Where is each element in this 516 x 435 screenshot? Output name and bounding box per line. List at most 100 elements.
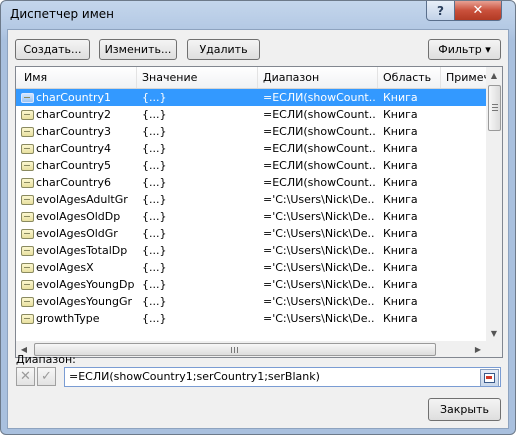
- row-name: evolAgesYoungGr: [36, 295, 133, 308]
- edit-button[interactable]: Изменить...: [99, 39, 177, 60]
- collapse-dialog-icon[interactable]: [480, 369, 499, 386]
- row-range: ='C:\Users\Nick\De...: [263, 210, 375, 223]
- title-bar[interactable]: Диспетчер имен ? ✕: [1, 1, 515, 29]
- row-scope: Книга: [383, 176, 418, 189]
- vertical-scroll-thumb[interactable]: [488, 85, 501, 131]
- row-value: {...}: [142, 312, 167, 325]
- row-range: ='C:\Users\Nick\De...: [263, 278, 375, 291]
- row-name: evolAgesOldDp: [36, 210, 121, 223]
- scroll-up-icon[interactable]: ▲: [486, 67, 502, 83]
- table-row[interactable]: charCountry5 {...} =ЕСЛИ(showCount... Книга: [16, 157, 486, 174]
- named-range-icon: [21, 246, 34, 256]
- named-range-icon: [21, 314, 34, 324]
- dialog-body: Создать... Изменить... Удалить Фильтр ▾ …: [7, 29, 509, 429]
- row-value: {...}: [142, 159, 167, 172]
- help-button[interactable]: ?: [426, 1, 455, 21]
- table-row[interactable]: evolAgesX {...} ='C:\Users\Nick\De... Книга: [16, 259, 486, 276]
- row-value: {...}: [142, 108, 167, 121]
- named-range-icon: [21, 144, 34, 154]
- row-scope: Книга: [383, 261, 418, 274]
- row-name: evolAgesX: [36, 261, 94, 274]
- table-row[interactable]: evolAgesTotalDp {...} ='C:\Users\Nick\De..…: [16, 242, 486, 259]
- row-scope: Книга: [383, 312, 418, 325]
- row-range: ='C:\Users\Nick\De...: [263, 295, 375, 308]
- table-row[interactable]: charCountry3 {...} =ЕСЛИ(showCount... Книга: [16, 123, 486, 140]
- row-name: charCountry6: [36, 176, 111, 189]
- range-formula-text: =ЕСЛИ(showCountry1;serCountry1;serBlank): [69, 370, 320, 383]
- column-header-scope[interactable]: Область: [378, 67, 441, 88]
- range-label: Диапазон:: [16, 353, 76, 366]
- cancel-edit-icon[interactable]: ✕: [16, 367, 35, 386]
- row-value: {...}: [142, 193, 167, 206]
- named-range-icon: [21, 195, 34, 205]
- row-range: =ЕСЛИ(showCount...: [263, 91, 375, 104]
- table-row[interactable]: growthType {...} ='C:\Users\Nick\De... Книг…: [16, 310, 486, 327]
- table-row[interactable]: charCountry1 {...} =ЕСЛИ(showCount... Книга: [16, 89, 486, 106]
- window-title: Диспетчер имен: [10, 7, 114, 21]
- named-range-icon: [21, 280, 34, 290]
- horizontal-scroll-thumb[interactable]: [34, 343, 436, 356]
- row-value: {...}: [142, 125, 167, 138]
- scroll-right-icon[interactable]: ▶: [470, 341, 486, 357]
- row-scope: Книга: [383, 159, 418, 172]
- table-row[interactable]: evolAgesYoungGr {...} ='C:\Users\Nick\De..…: [16, 293, 486, 310]
- row-range: ='C:\Users\Nick\De...: [263, 227, 375, 240]
- column-header-range[interactable]: Диапазон: [258, 67, 378, 88]
- row-value: {...}: [142, 295, 167, 308]
- table-row[interactable]: charCountry2 {...} =ЕСЛИ(showCount... Книга: [16, 106, 486, 123]
- named-range-icon: [21, 178, 34, 188]
- row-value: {...}: [142, 91, 167, 104]
- create-button[interactable]: Создать...: [15, 39, 90, 60]
- row-scope: Книга: [383, 244, 418, 257]
- table-row[interactable]: evolAgesAdultGr {...} ='C:\Users\Nick\De..…: [16, 191, 486, 208]
- named-range-icon: [21, 263, 34, 273]
- row-name: evolAgesYoungDp: [36, 278, 135, 291]
- table-row[interactable]: evolAgesOldDp {...} ='C:\Users\Nick\De... К…: [16, 208, 486, 225]
- table-row[interactable]: evolAgesOldGr {...} ='C:\Users\Nick\De... К…: [16, 225, 486, 242]
- row-value: {...}: [142, 176, 167, 189]
- scroll-down-icon[interactable]: ▼: [486, 325, 502, 341]
- row-name: evolAgesOldGr: [36, 227, 118, 240]
- names-list[interactable]: Имя Значение Диапазон Область Примеча ch…: [15, 66, 503, 358]
- table-row[interactable]: charCountry4 {...} =ЕСЛИ(showCount... Книга: [16, 140, 486, 157]
- row-range: =ЕСЛИ(showCount...: [263, 176, 375, 189]
- row-value: {...}: [142, 210, 167, 223]
- horizontal-scrollbar[interactable]: ◀ ▶: [16, 341, 486, 357]
- close-window-button[interactable]: ✕: [454, 1, 502, 21]
- column-header-name[interactable]: Имя: [16, 67, 137, 88]
- named-range-icon: [21, 127, 34, 137]
- row-value: {...}: [142, 227, 167, 240]
- row-name: charCountry5: [36, 159, 111, 172]
- column-header-value[interactable]: Значение: [137, 67, 258, 88]
- row-scope: Книга: [383, 125, 418, 138]
- row-scope: Книга: [383, 227, 418, 240]
- table-row[interactable]: evolAgesYoungDp {...} ='C:\Users\Nick\De..…: [16, 276, 486, 293]
- row-range: ='C:\Users\Nick\De...: [263, 193, 375, 206]
- named-range-icon: [21, 229, 34, 239]
- row-range: ='C:\Users\Nick\De...: [263, 261, 375, 274]
- named-range-icon: [21, 297, 34, 307]
- named-range-icon: [21, 161, 34, 171]
- row-range: =ЕСЛИ(showCount...: [263, 108, 375, 121]
- row-scope: Книга: [383, 278, 418, 291]
- column-header-comment[interactable]: Примеча: [441, 67, 486, 88]
- row-value: {...}: [142, 278, 167, 291]
- table-row[interactable]: charCountry6 {...} =ЕСЛИ(showCount... Книга: [16, 174, 486, 191]
- row-name: evolAgesTotalDp: [36, 244, 128, 257]
- confirm-edit-icon[interactable]: ✓: [37, 367, 56, 386]
- row-range: ='C:\Users\Nick\De...: [263, 244, 375, 257]
- row-scope: Книга: [383, 108, 418, 121]
- vertical-scrollbar[interactable]: ▲ ▼: [486, 67, 502, 341]
- delete-button[interactable]: Удалить: [187, 39, 260, 60]
- row-scope: Книга: [383, 210, 418, 223]
- row-name: charCountry4: [36, 142, 111, 155]
- row-range: ='C:\Users\Nick\De...: [263, 312, 375, 325]
- range-formula-input[interactable]: =ЕСЛИ(showCountry1;serCountry1;serBlank): [64, 367, 501, 387]
- close-button[interactable]: Закрыть: [428, 398, 501, 421]
- row-scope: Книга: [383, 142, 418, 155]
- filter-button[interactable]: Фильтр ▾: [428, 39, 501, 60]
- row-range: =ЕСЛИ(showCount...: [263, 159, 375, 172]
- row-name: growthType: [36, 312, 100, 325]
- list-rows: charCountry1 {...} =ЕСЛИ(showCount... Книга…: [16, 89, 486, 341]
- row-scope: Книга: [383, 295, 418, 308]
